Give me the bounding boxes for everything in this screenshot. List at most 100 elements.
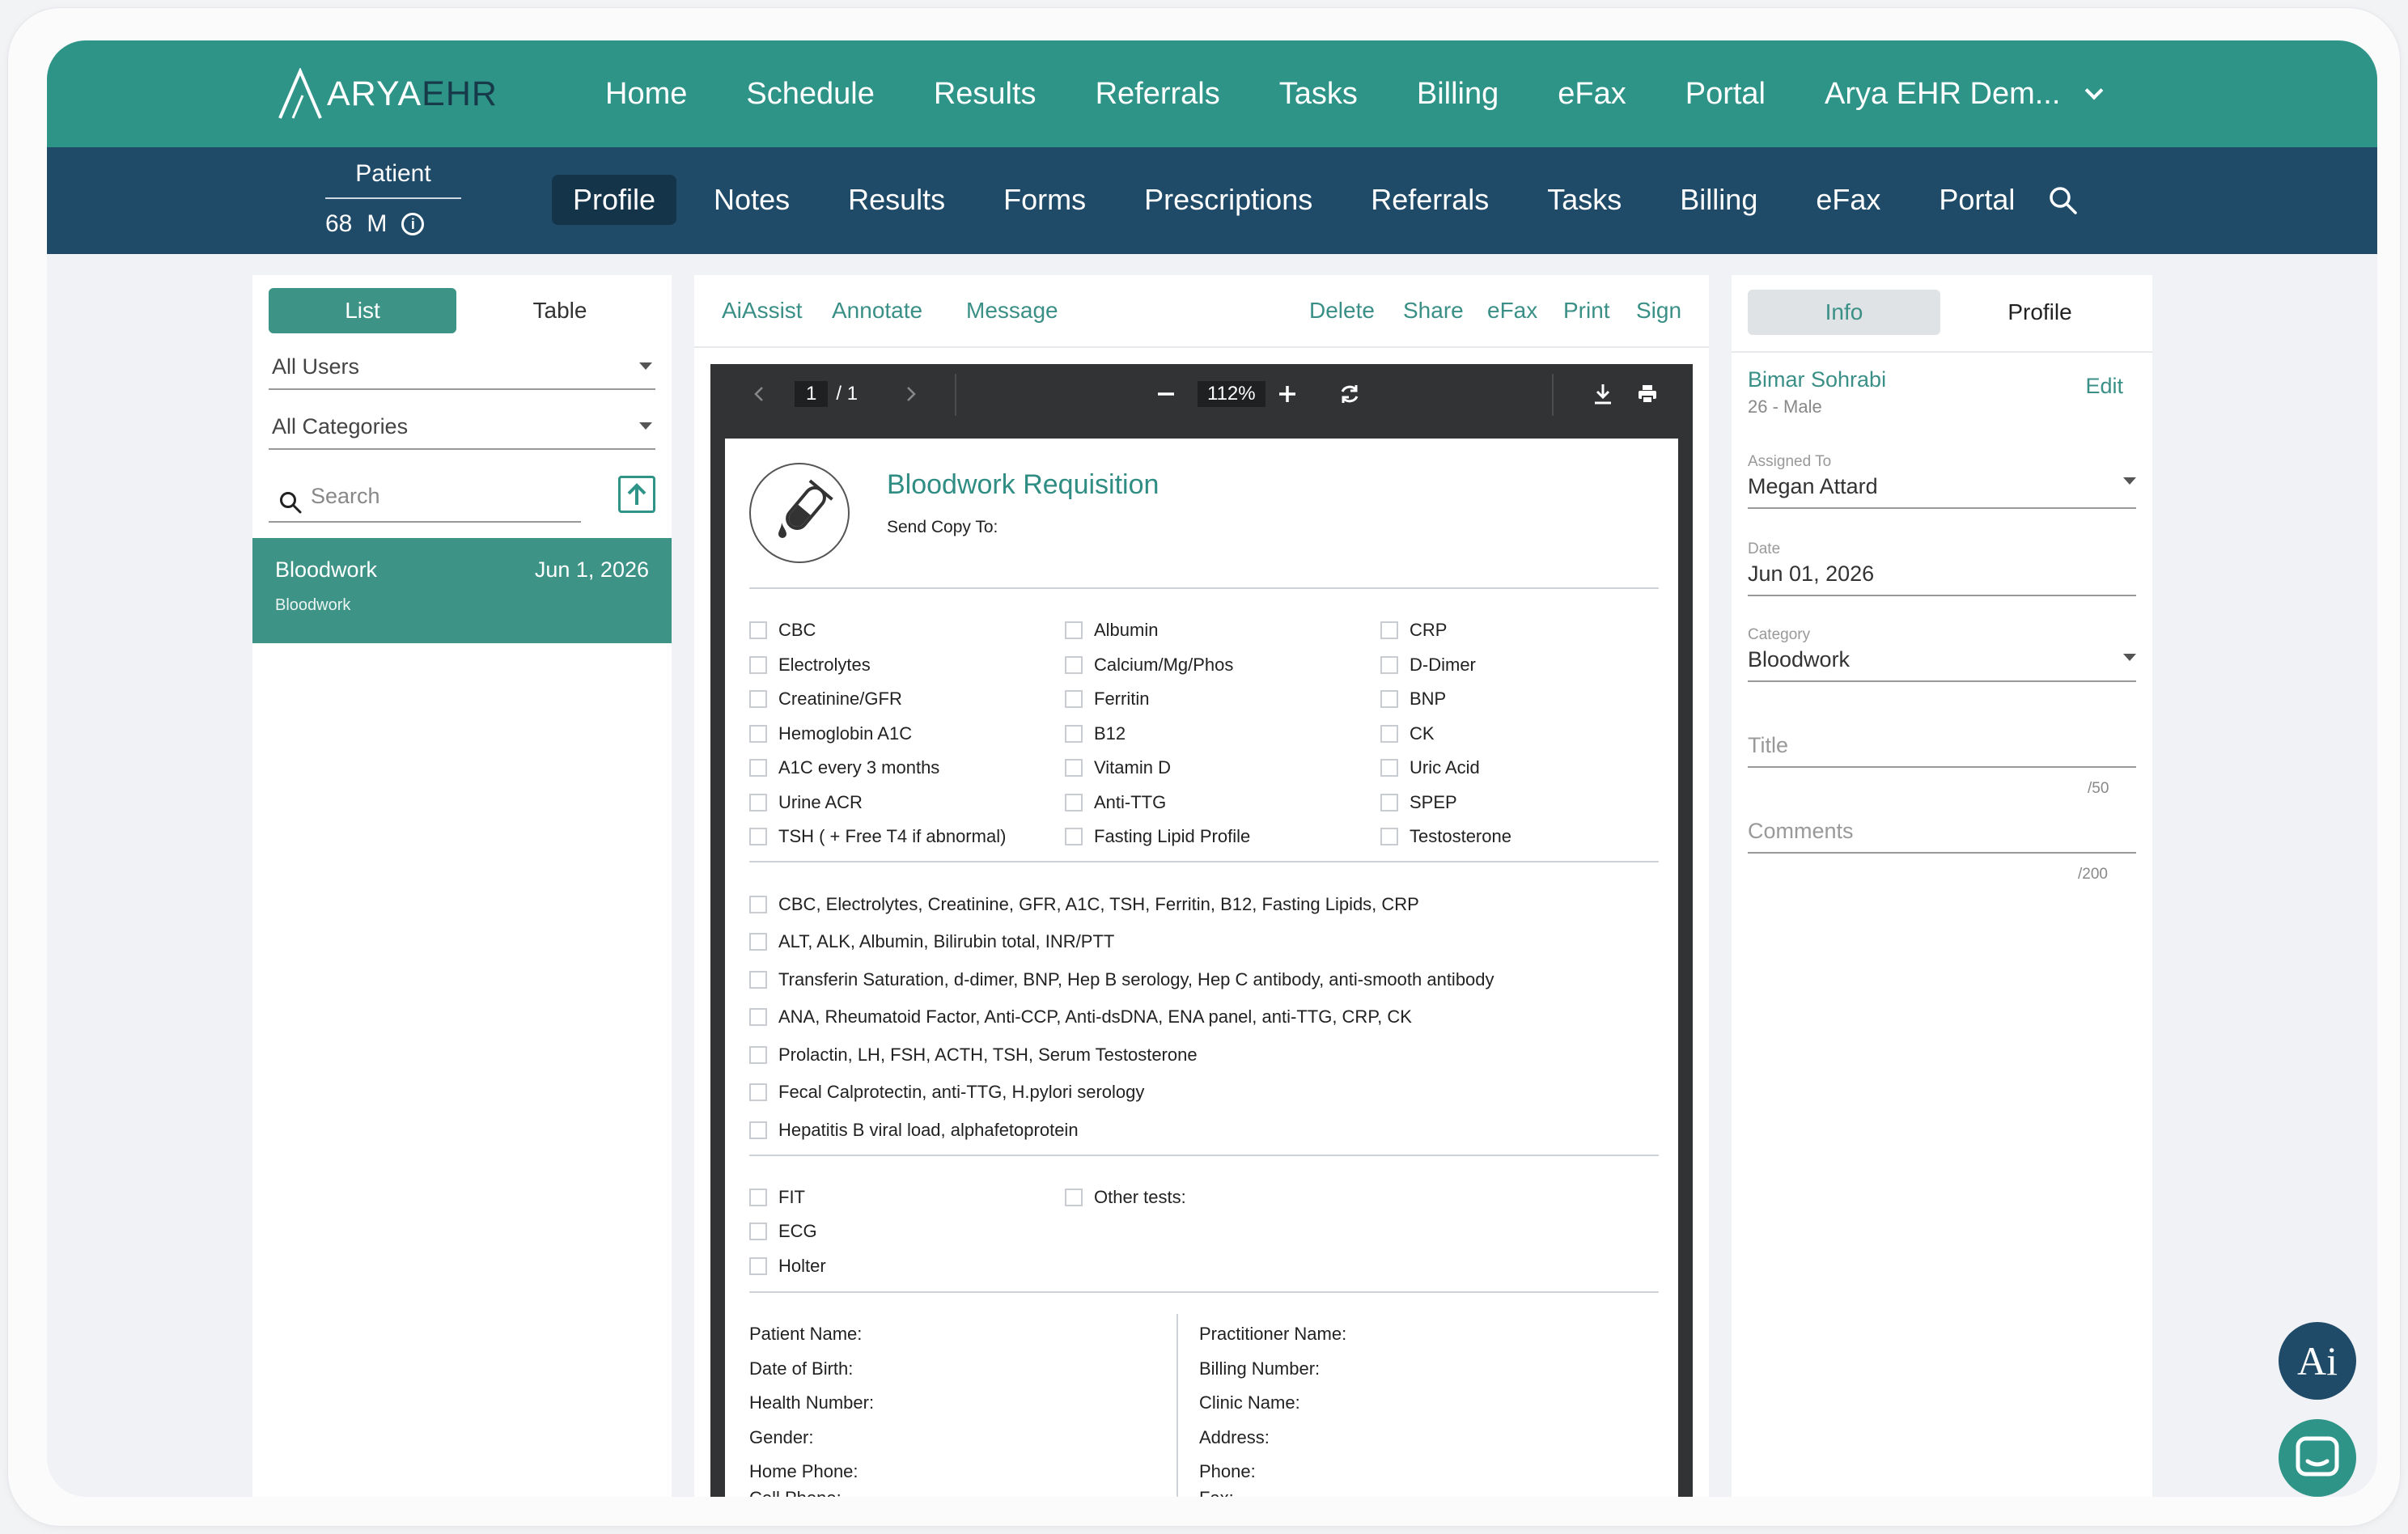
checkbox-a1c-3months[interactable]: A1C every 3 months <box>749 757 939 778</box>
top-nav-efax[interactable]: eFax <box>1558 77 1626 112</box>
checkbox-holter[interactable]: Holter <box>749 1256 826 1277</box>
info-tab[interactable]: Info <box>1748 290 1940 335</box>
tab-forms[interactable]: Forms <box>982 175 1107 225</box>
tab-referrals[interactable]: Referrals <box>1350 175 1510 225</box>
patient-summary[interactable]: Patient 68 M i <box>325 160 461 241</box>
checkbox-calcium[interactable]: Calcium/Mg/Phos <box>1065 655 1233 676</box>
title-char-counter: /50 <box>2088 780 2109 797</box>
info-icon[interactable]: i <box>401 213 425 235</box>
tab-results[interactable]: Results <box>827 175 966 225</box>
checkbox-creatinine[interactable]: Creatinine/GFR <box>749 689 902 710</box>
device-frame: ARYAEHR Home Schedule Results Referrals … <box>8 8 2400 1526</box>
search-input[interactable]: Search <box>269 472 581 523</box>
delete-button[interactable]: Delete <box>1309 298 1375 324</box>
checkbox-vitamin-d[interactable]: Vitamin D <box>1065 757 1171 778</box>
download-icon[interactable] <box>1592 383 1613 405</box>
checkbox-panel-2[interactable]: ALT, ALK, Albumin, Bilirubin total, INR/… <box>749 931 1114 952</box>
checkbox-uric-acid[interactable]: Uric Acid <box>1380 757 1480 778</box>
patient-name[interactable]: Bimar Sohrabi <box>1748 367 1886 392</box>
top-nav-results[interactable]: Results <box>934 77 1037 112</box>
checkbox-hba1c[interactable]: Hemoglobin A1C <box>749 723 912 744</box>
profile-tab[interactable]: Profile <box>1944 290 2136 335</box>
checkbox-anti-ttg[interactable]: Anti-TTG <box>1065 792 1166 813</box>
checkbox-panel-6[interactable]: Fecal Calprotectin, anti-TTG, H.pylori s… <box>749 1082 1144 1103</box>
list-view-button[interactable]: List <box>269 288 456 333</box>
checkbox-urine-acr[interactable]: Urine ACR <box>749 792 863 813</box>
checkbox-panel-5[interactable]: Prolactin, LH, FSH, ACTH, TSH, Serum Tes… <box>749 1045 1198 1066</box>
category-select[interactable]: Category Bloodwork <box>1748 626 2136 682</box>
top-nav-home[interactable]: Home <box>605 77 687 112</box>
checkbox-electrolytes[interactable]: Electrolytes <box>749 655 871 676</box>
page-number-input[interactable]: 1 <box>795 381 829 407</box>
checkbox-panel-1[interactable]: CBC, Electrolytes, Creatinine, GFR, A1C,… <box>749 894 1419 915</box>
checkbox-lipid-profile[interactable]: Fasting Lipid Profile <box>1065 826 1250 847</box>
chevron-left-icon[interactable] <box>751 384 767 404</box>
print-button[interactable]: Print <box>1563 298 1610 324</box>
chat-button[interactable] <box>2279 1419 2356 1497</box>
upload-button[interactable] <box>618 476 655 513</box>
zoom-in-icon[interactable] <box>1277 384 1298 405</box>
checkbox-ecg[interactable]: ECG <box>749 1221 817 1242</box>
aiassist-button[interactable]: AiAssist <box>722 298 803 324</box>
checkbox-other-tests[interactable]: Other tests: <box>1065 1187 1186 1208</box>
cell-phone-field: Cell Phone: <box>749 1488 842 1497</box>
share-button[interactable]: Share <box>1403 298 1464 324</box>
tab-billing[interactable]: Billing <box>1659 175 1778 225</box>
clinic-switcher[interactable]: Arya EHR Dem... <box>1825 77 2104 112</box>
date-field[interactable]: Date Jun 01, 2026 <box>1748 540 2136 596</box>
checkbox-ferritin[interactable]: Ferritin <box>1065 689 1149 710</box>
checkbox-testosterone[interactable]: Testosterone <box>1380 826 1511 847</box>
title-input[interactable]: Title <box>1748 733 2136 768</box>
search-icon[interactable] <box>2047 184 2079 217</box>
zoom-level[interactable]: 112% <box>1198 381 1265 407</box>
tab-notes[interactable]: Notes <box>693 175 811 225</box>
checkbox-spep[interactable]: SPEP <box>1380 792 1457 813</box>
top-nav-billing[interactable]: Billing <box>1417 77 1499 112</box>
category-value: Bloodwork <box>1748 647 1851 672</box>
top-nav-schedule[interactable]: Schedule <box>746 77 874 112</box>
top-nav-portal[interactable]: Portal <box>1685 77 1766 112</box>
refresh-icon[interactable] <box>1338 383 1361 405</box>
logo[interactable]: ARYAEHR <box>277 68 498 120</box>
assigned-to-select[interactable]: Assigned To Megan Attard <box>1748 453 2136 509</box>
annotate-button[interactable]: Annotate <box>832 298 922 324</box>
search-placeholder: Search <box>311 484 380 508</box>
checkbox-bnp[interactable]: BNP <box>1380 689 1446 710</box>
item-date: Jun 1, 2026 <box>534 557 649 582</box>
checkbox-panel-4[interactable]: ANA, Rheumatoid Factor, Anti-CCP, Anti-d… <box>749 1006 1412 1028</box>
checkbox-fit[interactable]: FIT <box>749 1187 805 1208</box>
logo-text: ARYAEHR <box>327 74 498 113</box>
list-item[interactable]: Bloodwork Jun 1, 2026 Bloodwork <box>252 538 672 643</box>
view-toggle: List Table <box>269 288 655 333</box>
practitioner-name-field: Practitioner Name: <box>1199 1324 1347 1344</box>
tab-profile[interactable]: Profile <box>552 175 677 225</box>
comments-input[interactable]: Comments <box>1748 819 2136 854</box>
checkbox-ck[interactable]: CK <box>1380 723 1435 744</box>
top-nav-referrals[interactable]: Referrals <box>1096 77 1220 112</box>
table-view-button[interactable]: Table <box>466 288 654 333</box>
checkbox-crp[interactable]: CRP <box>1380 620 1447 641</box>
top-nav-tasks[interactable]: Tasks <box>1279 77 1358 112</box>
checkbox-panel-7[interactable]: Hepatitis B viral load, alphafetoprotein <box>749 1120 1079 1141</box>
tab-portal[interactable]: Portal <box>1918 175 2036 225</box>
checkbox-panel-3[interactable]: Transferin Saturation, d-dimer, BNP, Hep… <box>749 969 1494 990</box>
checkbox-albumin[interactable]: Albumin <box>1065 620 1158 641</box>
tab-tasks[interactable]: Tasks <box>1526 175 1643 225</box>
tab-prescriptions[interactable]: Prescriptions <box>1123 175 1333 225</box>
tab-efax[interactable]: eFax <box>1795 175 1901 225</box>
category-filter-select[interactable]: All Categories <box>269 403 655 450</box>
edit-button[interactable]: Edit <box>2085 374 2123 399</box>
checkbox-cbc[interactable]: CBC <box>749 620 816 641</box>
user-filter-select[interactable]: All Users <box>269 343 655 390</box>
ai-assistant-button[interactable]: Ai <box>2279 1322 2356 1400</box>
printer-icon[interactable] <box>1636 383 1659 405</box>
efax-button[interactable]: eFax <box>1487 298 1537 324</box>
chevron-right-icon[interactable] <box>903 384 919 404</box>
checkbox-b12[interactable]: B12 <box>1065 723 1126 744</box>
message-button[interactable]: Message <box>966 298 1058 324</box>
checkbox-tsh[interactable]: TSH ( + Free T4 if abnormal) <box>749 826 1006 847</box>
column-divider <box>1176 1314 1178 1497</box>
checkbox-d-dimer[interactable]: D-Dimer <box>1380 655 1476 676</box>
zoom-out-icon[interactable] <box>1155 384 1176 405</box>
sign-button[interactable]: Sign <box>1636 298 1681 324</box>
